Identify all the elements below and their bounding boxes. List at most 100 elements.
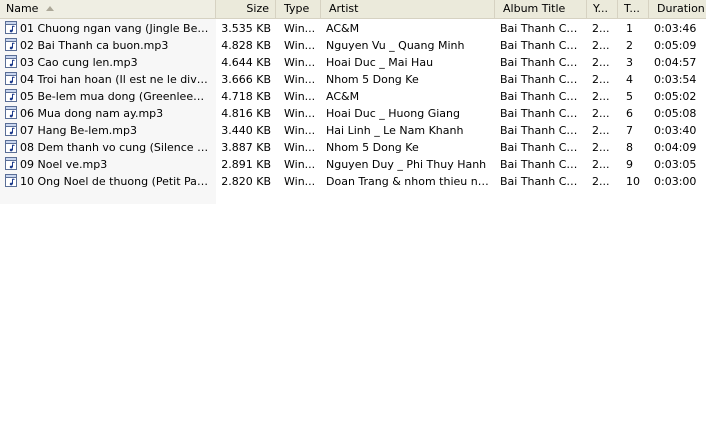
file-name: 06 Mua dong nam ay.mp3 bbox=[20, 107, 164, 120]
column-header-name[interactable]: Name bbox=[0, 0, 216, 18]
file-year: 2... bbox=[592, 22, 610, 35]
file-name-cell[interactable]: 04 Troi han hoan (Il est ne le divin en.… bbox=[0, 71, 216, 88]
column-header-year[interactable]: Y... bbox=[587, 0, 618, 18]
file-type: Win... bbox=[284, 124, 316, 137]
list-item[interactable]: 09 Noel ve.mp3 2.891 KB Win... Nguyen Du… bbox=[0, 156, 706, 173]
file-name-cell[interactable]: 03 Cao cung len.mp3 bbox=[0, 54, 216, 71]
file-album: Bai Thanh Ca ... bbox=[500, 124, 587, 137]
file-track: 6 bbox=[626, 107, 633, 120]
file-type: Win... bbox=[284, 175, 316, 188]
file-artist: Hoai Duc _ Mai Hau bbox=[326, 56, 434, 69]
file-duration: 0:03:05 bbox=[654, 158, 697, 171]
file-year: 2... bbox=[592, 107, 610, 120]
file-duration: 0:04:57 bbox=[654, 56, 697, 69]
file-year: 2... bbox=[592, 175, 610, 188]
file-artist: AC&M bbox=[326, 90, 360, 103]
audio-file-icon bbox=[5, 55, 17, 68]
column-header-type-label: Type bbox=[284, 2, 310, 15]
file-duration: 0:03:46 bbox=[654, 22, 697, 35]
file-artist: Nhom 5 Dong Ke bbox=[326, 141, 419, 154]
file-name-cell[interactable]: 10 Ong Noel de thuong (Petit Papa N... bbox=[0, 173, 216, 190]
audio-file-icon bbox=[5, 89, 17, 102]
file-name: 01 Chuong ngan vang (Jingle Bells _ ... bbox=[20, 22, 210, 35]
file-size: 3.887 KB bbox=[221, 141, 271, 154]
file-year: 2... bbox=[592, 39, 610, 52]
column-header-bar: Name Size Type Artist Album Title Y... T… bbox=[0, 0, 706, 19]
list-item[interactable]: 01 Chuong ngan vang (Jingle Bells _ ... … bbox=[0, 20, 706, 37]
file-duration: 0:03:40 bbox=[654, 124, 697, 137]
column-header-size[interactable]: Size bbox=[216, 0, 276, 18]
column-header-artist[interactable]: Artist bbox=[321, 0, 495, 18]
file-duration: 0:03:54 bbox=[654, 73, 697, 86]
file-size: 4.644 KB bbox=[221, 56, 271, 69]
file-name-cell[interactable]: 01 Chuong ngan vang (Jingle Bells _ ... bbox=[0, 20, 216, 37]
file-size: 2.820 KB bbox=[221, 175, 271, 188]
file-artist: Hoai Duc _ Huong Giang bbox=[326, 107, 460, 120]
column-header-artist-label: Artist bbox=[329, 2, 359, 15]
file-artist: AC&M bbox=[326, 22, 360, 35]
file-album: Bai Thanh Ca ... bbox=[500, 39, 587, 52]
file-track: 5 bbox=[626, 90, 633, 103]
file-album: Bai Thanh Ca ... bbox=[500, 56, 587, 69]
column-header-name-label: Name bbox=[6, 2, 39, 15]
file-year: 2... bbox=[592, 158, 610, 171]
file-size: 4.816 KB bbox=[221, 107, 271, 120]
file-duration: 0:05:08 bbox=[654, 107, 697, 120]
file-track: 2 bbox=[626, 39, 633, 52]
file-album: Bai Thanh Ca ... bbox=[500, 141, 587, 154]
list-item[interactable]: 03 Cao cung len.mp3 4.644 KB Win... Hoai… bbox=[0, 54, 706, 71]
list-item[interactable]: 07 Hang Be-lem.mp3 3.440 KB Win... Hai L… bbox=[0, 122, 706, 139]
audio-file-icon bbox=[5, 106, 17, 119]
file-name-cell[interactable]: 08 Dem thanh vo cung (Silence night ... bbox=[0, 139, 216, 156]
file-name: 10 Ong Noel de thuong (Petit Papa N... bbox=[20, 175, 210, 188]
file-artist: Nguyen Duy _ Phi Thuy Hanh bbox=[326, 158, 487, 171]
file-track: 9 bbox=[626, 158, 633, 171]
file-year: 2... bbox=[592, 90, 610, 103]
list-item[interactable]: 06 Mua dong nam ay.mp3 4.816 KB Win... H… bbox=[0, 105, 706, 122]
list-item[interactable]: 02 Bai Thanh ca buon.mp3 4.828 KB Win...… bbox=[0, 37, 706, 54]
audio-file-icon bbox=[5, 123, 17, 136]
file-name: 02 Bai Thanh ca buon.mp3 bbox=[20, 39, 169, 52]
file-name-cell[interactable]: 09 Noel ve.mp3 bbox=[0, 156, 216, 173]
file-album: Bai Thanh Ca ... bbox=[500, 107, 587, 120]
file-name-cell[interactable]: 07 Hang Be-lem.mp3 bbox=[0, 122, 216, 139]
file-track: 4 bbox=[626, 73, 633, 86]
file-list: 01 Chuong ngan vang (Jingle Bells _ ... … bbox=[0, 20, 706, 190]
file-name-cell[interactable]: 02 Bai Thanh ca buon.mp3 bbox=[0, 37, 216, 54]
file-artist: Nguyen Vu _ Quang Minh bbox=[326, 39, 465, 52]
audio-file-icon bbox=[5, 157, 17, 170]
column-header-duration[interactable]: Duration bbox=[649, 0, 706, 18]
column-header-type[interactable]: Type bbox=[276, 0, 321, 18]
file-name: 08 Dem thanh vo cung (Silence night ... bbox=[20, 141, 210, 154]
list-item[interactable]: 05 Be-lem mua dong (Greenleeves _ ... 4.… bbox=[0, 88, 706, 105]
column-header-album-label: Album Title bbox=[503, 2, 566, 15]
column-header-track[interactable]: T... bbox=[618, 0, 649, 18]
file-year: 2... bbox=[592, 141, 610, 154]
file-type: Win... bbox=[284, 73, 316, 86]
file-year: 2... bbox=[592, 124, 610, 137]
file-year: 2... bbox=[592, 73, 610, 86]
sort-ascending-icon bbox=[46, 5, 55, 11]
file-size: 2.891 KB bbox=[221, 158, 271, 171]
file-album: Bai Thanh Ca ... bbox=[500, 22, 587, 35]
file-artist: Nhom 5 Dong Ke bbox=[326, 73, 419, 86]
file-album: Bai Thanh Ca ... bbox=[500, 73, 587, 86]
list-item[interactable]: 04 Troi han hoan (Il est ne le divin en.… bbox=[0, 71, 706, 88]
file-size: 4.828 KB bbox=[221, 39, 271, 52]
file-name-cell[interactable]: 05 Be-lem mua dong (Greenleeves _ ... bbox=[0, 88, 216, 105]
list-item[interactable]: 08 Dem thanh vo cung (Silence night ... … bbox=[0, 139, 706, 156]
list-item[interactable]: 10 Ong Noel de thuong (Petit Papa N... 2… bbox=[0, 173, 706, 190]
file-track: 1 bbox=[626, 22, 633, 35]
audio-file-icon bbox=[5, 72, 17, 85]
file-type: Win... bbox=[284, 39, 316, 52]
file-type: Win... bbox=[284, 158, 316, 171]
column-header-album-title[interactable]: Album Title bbox=[495, 0, 587, 18]
file-name: 07 Hang Be-lem.mp3 bbox=[20, 124, 137, 137]
column-header-year-label: Y... bbox=[593, 2, 608, 15]
file-name-cell[interactable]: 06 Mua dong nam ay.mp3 bbox=[0, 105, 216, 122]
file-duration: 0:05:09 bbox=[654, 39, 697, 52]
file-name: 05 Be-lem mua dong (Greenleeves _ ... bbox=[20, 90, 210, 103]
file-artist: Doan Trang & nhom thieu nhi Q.3 bbox=[326, 175, 495, 188]
file-track: 3 bbox=[626, 56, 633, 69]
column-header-size-label: Size bbox=[246, 2, 269, 15]
